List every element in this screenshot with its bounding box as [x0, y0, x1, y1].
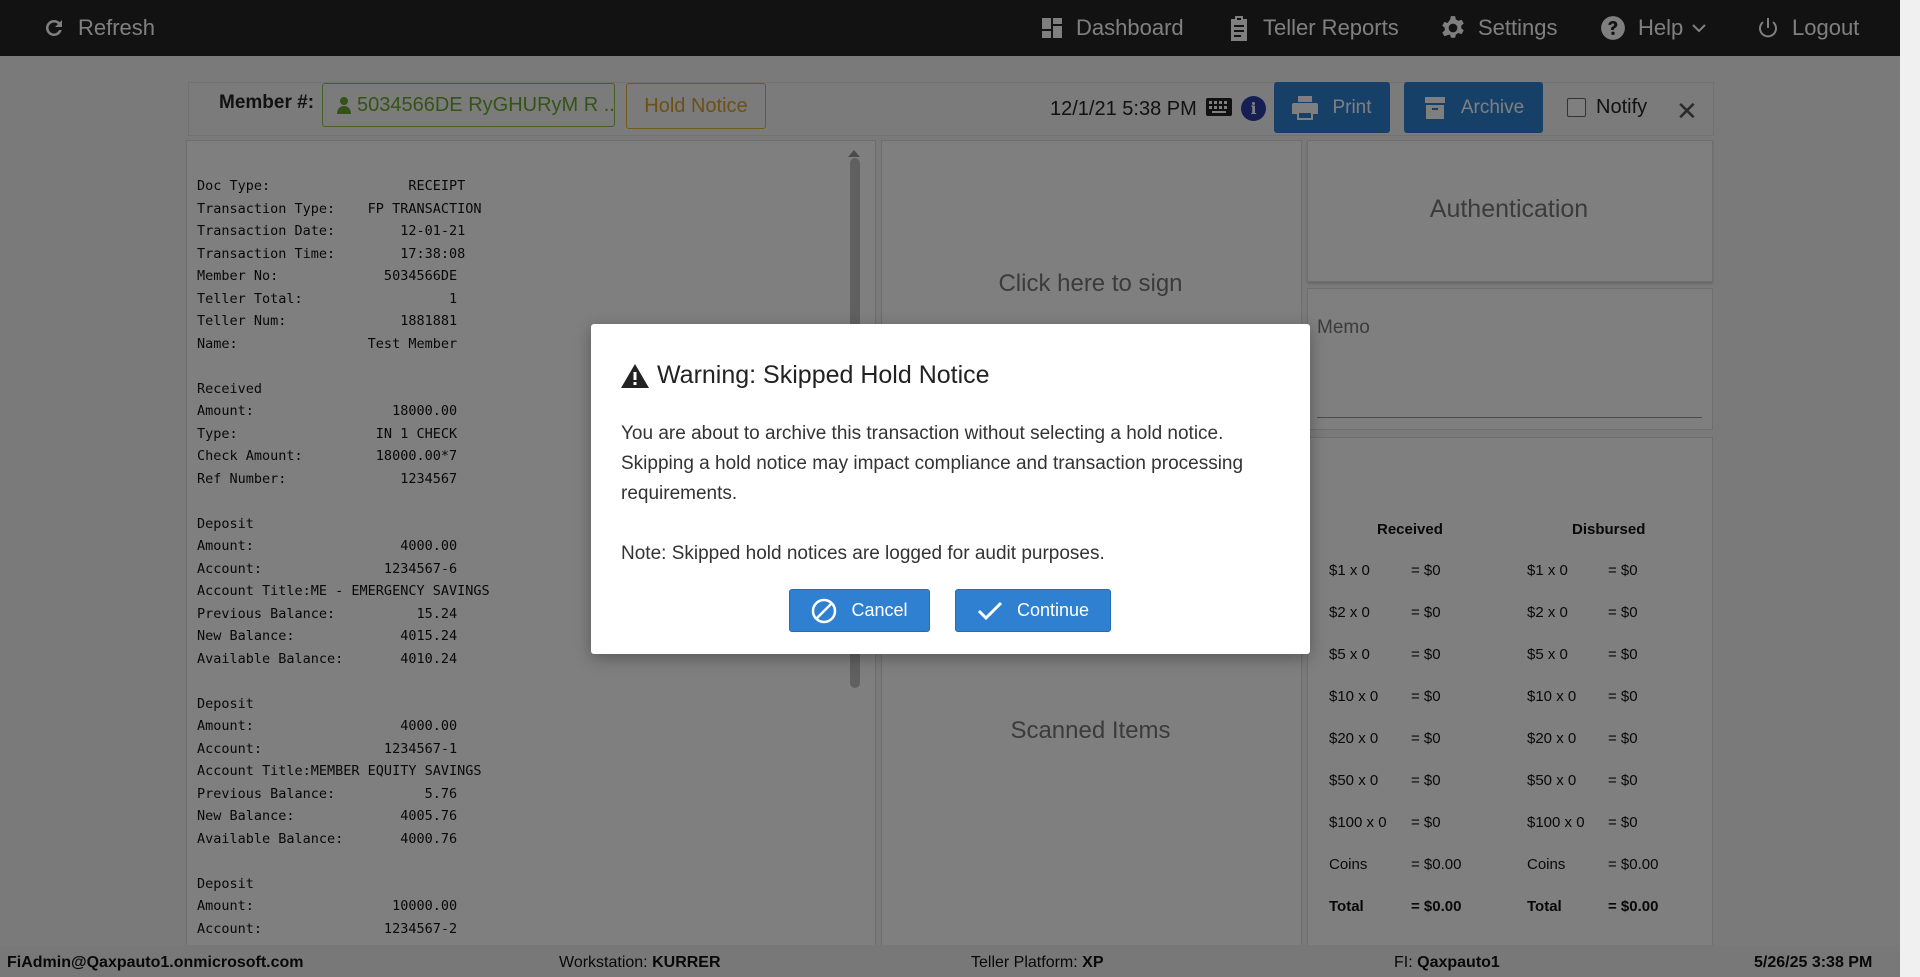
dialog-title: Warning: Skipped Hold Notice — [621, 361, 990, 390]
cancel-button[interactable]: Cancel — [789, 589, 930, 632]
warning-icon — [621, 363, 649, 388]
dialog-note: Note: Skipped hold notices are logged fo… — [621, 543, 1105, 564]
ban-icon — [812, 598, 837, 623]
warning-dialog: Warning: Skipped Hold Notice You are abo… — [591, 324, 1310, 654]
dialog-title-text: Warning: Skipped Hold Notice — [657, 361, 990, 389]
page-scrollbar[interactable] — [1900, 0, 1920, 977]
continue-label: Continue — [1016, 600, 1090, 620]
cancel-label: Cancel — [851, 600, 908, 620]
continue-button[interactable]: Continue — [955, 589, 1111, 632]
check-icon — [977, 601, 1003, 620]
dialog-message: You are about to archive this transactio… — [621, 423, 1244, 504]
